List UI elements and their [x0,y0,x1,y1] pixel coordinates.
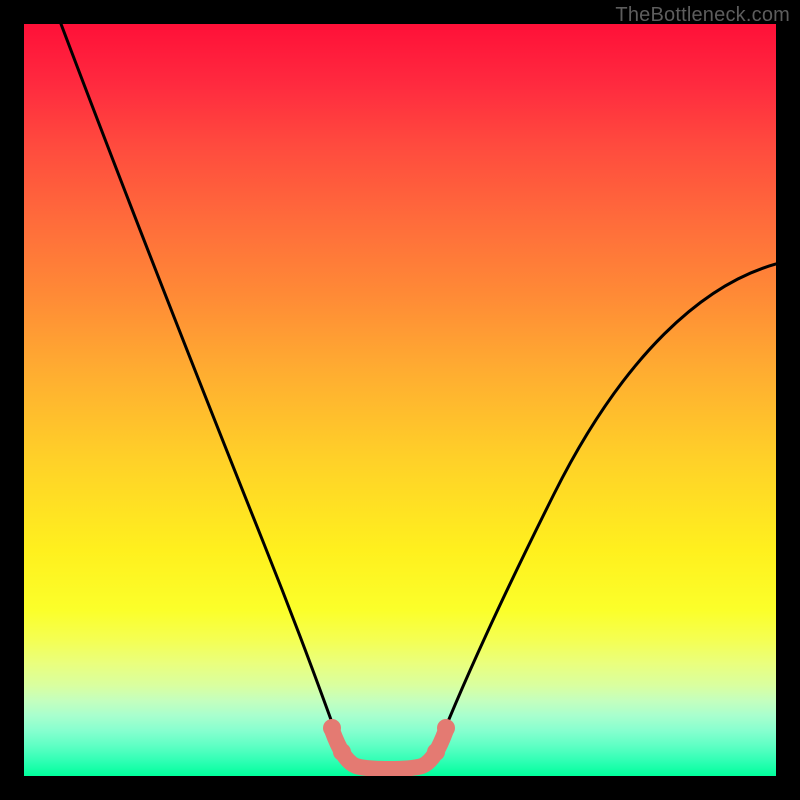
plot-area [24,24,776,776]
left-curve [61,24,347,764]
right-curve [431,264,776,764]
watermark-text: TheBottleneck.com [615,4,790,27]
valley-marker-dot-right-mid [427,743,445,761]
chart-stage: TheBottleneck.com [0,0,800,800]
valley-marker-dot-left-top [323,719,341,737]
valley-marker-dot-left-mid [333,743,351,761]
curves-overlay [24,24,776,776]
valley-marker-dot-right-top [437,719,455,737]
